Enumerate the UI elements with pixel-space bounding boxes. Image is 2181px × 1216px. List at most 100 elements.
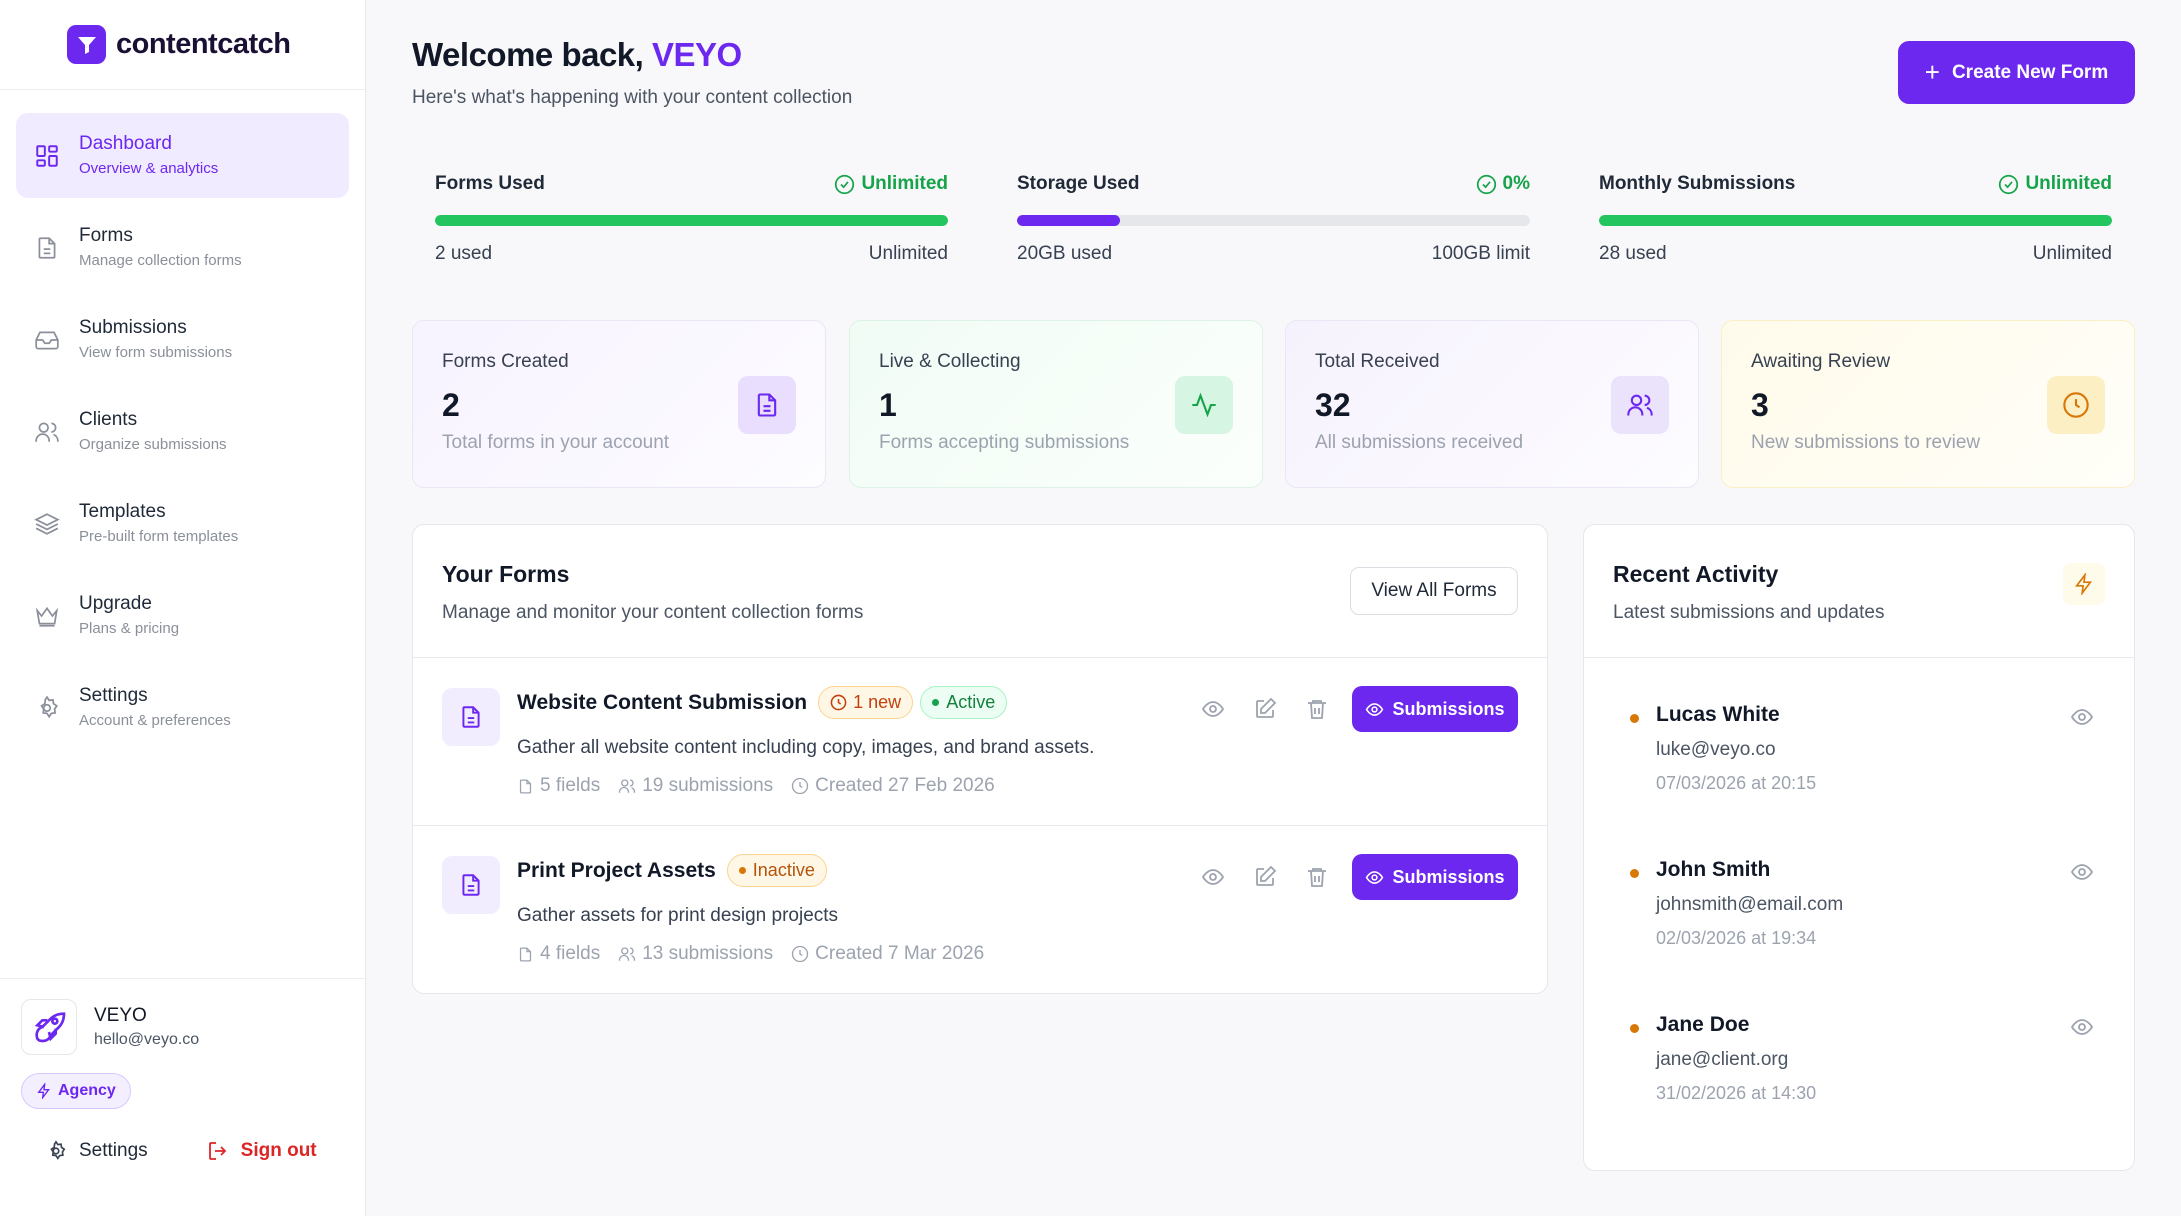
user-profile[interactable]: VEYO hello@veyo.co	[21, 999, 344, 1055]
edit-icon[interactable]	[1248, 692, 1282, 726]
sidebar-item-title: Settings	[79, 684, 148, 706]
new-badge: 1 new	[818, 686, 914, 719]
form-created-date: Created 7 Mar 2026	[815, 943, 985, 964]
stat-card-forms-created: Forms Created 2 Total forms in your acco…	[412, 320, 826, 488]
card-subtitle: Latest submissions and updates	[1613, 602, 1885, 623]
stat-card-total-received: Total Received 32 All submissions receiv…	[1285, 320, 1699, 488]
users-icon	[1611, 376, 1669, 434]
footer-settings-button[interactable]: Settings	[45, 1140, 148, 1162]
usage-status-label: 0%	[1502, 173, 1530, 194]
brand-name: contentcatch	[116, 28, 291, 60]
usage-limit: Unlimited	[868, 243, 948, 264]
sidebar-item-subtitle: Account & preferences	[79, 711, 231, 729]
users-icon	[619, 779, 636, 793]
sidebar-item-title: Clients	[79, 408, 138, 430]
submissions-button[interactable]: Submissions	[1352, 854, 1518, 900]
logout-icon	[208, 1142, 226, 1160]
eye-icon	[1366, 870, 1384, 884]
card-subtitle: Manage and monitor your content collecti…	[442, 602, 864, 623]
clock-icon	[2047, 376, 2105, 434]
submissions-button[interactable]: Submissions	[1352, 686, 1518, 732]
stat-card-live-collecting: Live & Collecting 1 Forms accepting subm…	[849, 320, 1263, 488]
sidebar-item-clients[interactable]: Clients Organize submissions	[16, 389, 349, 474]
activity-dot	[1630, 1024, 1639, 1033]
usage-status-label: Unlimited	[861, 173, 948, 194]
eye-icon[interactable]	[1196, 860, 1230, 894]
form-created-date: Created 27 Feb 2026	[815, 775, 995, 796]
check-circle-icon	[1999, 174, 2019, 194]
sidebar-footer: VEYO hello@veyo.co Agency Settings Sign …	[0, 978, 365, 1216]
create-new-form-button[interactable]: + Create New Form	[1898, 41, 2135, 104]
clock-icon	[791, 777, 809, 795]
sidebar-item-subtitle: Overview & analytics	[79, 159, 219, 177]
form-title[interactable]: Website Content Submission	[517, 691, 807, 715]
usage-status: Unlimited	[1998, 173, 2112, 195]
form-fields-count: 4 fields	[540, 943, 601, 964]
status-badge: Active	[920, 686, 1008, 719]
usage-used: 20GB used	[1017, 243, 1113, 264]
stat-subtitle: New submissions to review	[1751, 432, 1981, 453]
user-name: VEYO	[94, 1005, 147, 1026]
plan-badge: Agency	[21, 1073, 131, 1109]
clock-icon	[791, 945, 809, 963]
bolt-icon	[2063, 563, 2105, 605]
activity-email: jane@client.org	[1656, 1049, 1789, 1070]
sidebar-item-title: Upgrade	[79, 592, 152, 614]
form-title[interactable]: Print Project Assets	[517, 859, 716, 883]
sidebar-item-subtitle: View form submissions	[79, 343, 233, 361]
sidebar-item-title: Dashboard	[79, 132, 172, 154]
sidebar-item-forms[interactable]: Forms Manage collection forms	[16, 205, 349, 290]
usage-progress-fill	[1599, 215, 2112, 226]
usage-progress-bar	[435, 215, 948, 226]
usage-limit: Unlimited	[2032, 243, 2112, 264]
eye-icon[interactable]	[2070, 860, 2094, 889]
trash-icon[interactable]	[1300, 692, 1334, 726]
usage-progress-bar	[1017, 215, 1530, 226]
recent-activity-card: Recent Activity Latest submissions and u…	[1583, 524, 2135, 1171]
usage-progress-fill	[435, 215, 948, 226]
sidebar-item-submissions[interactable]: Submissions View form submissions	[16, 297, 349, 382]
clock-icon	[830, 694, 847, 711]
form-row[interactable]: Website Content Submission 1 new Active …	[413, 657, 1547, 825]
activity-name: Jane Doe	[1656, 1013, 1750, 1036]
form-row[interactable]: Print Project Assets Inactive Gather ass…	[413, 825, 1547, 993]
stat-subtitle: Total forms in your account	[442, 432, 670, 453]
activity-time: 07/03/2026 at 20:15	[1656, 773, 1817, 793]
sign-out-button[interactable]: Sign out	[206, 1139, 317, 1163]
usage-progress-fill	[1017, 215, 1120, 226]
page-title: Welcome back, VEYO	[412, 36, 742, 74]
your-forms-card: Your Forms Manage and monitor your conte…	[412, 524, 1548, 994]
activity-name: Lucas White	[1656, 703, 1780, 726]
file-icon	[519, 946, 532, 962]
sidebar-item-upgrade[interactable]: Upgrade Plans & pricing	[16, 573, 349, 658]
usage-label: Forms Used	[435, 173, 545, 194]
usage-label: Storage Used	[1017, 173, 1140, 194]
sidebar-item-dashboard[interactable]: Dashboard Overview & analytics	[16, 113, 349, 198]
dashboard-icon	[33, 142, 61, 170]
trash-icon[interactable]	[1300, 860, 1334, 894]
usage-limit: 100GB limit	[1431, 243, 1530, 264]
edit-icon[interactable]	[1248, 860, 1282, 894]
status-label: Active	[946, 692, 996, 712]
usage-status: Unlimited	[834, 173, 948, 195]
form-description: Gather assets for print design projects	[517, 905, 839, 926]
sidebar-item-templates[interactable]: Templates Pre-built form templates	[16, 481, 349, 566]
document-icon	[442, 856, 500, 914]
plan-label: Agency	[58, 1082, 116, 1099]
status-badge: Inactive	[726, 854, 827, 887]
eye-icon[interactable]	[2070, 1015, 2094, 1044]
new-badge-label: 1 new	[853, 692, 902, 712]
sidebar-item-settings[interactable]: Settings Account & preferences	[16, 665, 349, 750]
eye-icon[interactable]	[2070, 705, 2094, 734]
view-all-forms-button[interactable]: View All Forms	[1350, 567, 1518, 615]
usage-label: Monthly Submissions	[1599, 173, 1796, 194]
create-new-form-label: Create New Form	[1951, 61, 2109, 83]
card-title: Recent Activity	[1613, 561, 1779, 587]
brand[interactable]: contentcatch	[0, 0, 365, 90]
stat-label: Live & Collecting	[879, 351, 1021, 372]
stat-subtitle: All submissions received	[1315, 432, 1524, 453]
status-dot	[932, 699, 940, 706]
eye-icon[interactable]	[1196, 692, 1230, 726]
activity-email: johnsmith@email.com	[1656, 894, 1844, 915]
welcome-name: VEYO	[652, 36, 742, 73]
